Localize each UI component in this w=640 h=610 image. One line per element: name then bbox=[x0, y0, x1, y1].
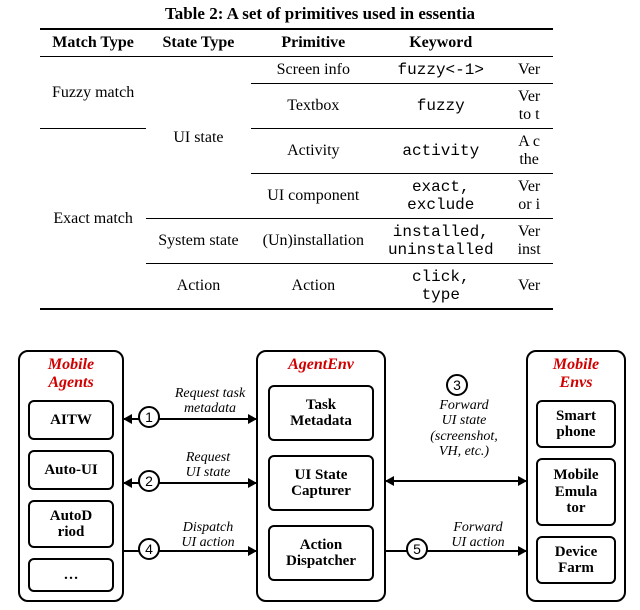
cell-kw: click,type bbox=[376, 264, 506, 310]
cell-desc: Ver bbox=[506, 264, 553, 310]
arrow-3 bbox=[386, 480, 526, 482]
env-emulator: MobileEmulator bbox=[536, 458, 616, 526]
task-metadata: TaskMetadata bbox=[268, 385, 374, 441]
cell-mt-fuzzy: Fuzzy match bbox=[40, 57, 146, 129]
cell-mt-exact: Exact match bbox=[40, 129, 146, 310]
cell-kw: fuzzy bbox=[376, 84, 506, 129]
agentenv-title: AgentEnv bbox=[258, 352, 384, 374]
cell-st-sys: System state bbox=[146, 219, 250, 264]
label-5: ForwardUI action bbox=[438, 520, 518, 551]
label-2: RequestUI state bbox=[168, 450, 248, 481]
th-match-type: Match Type bbox=[40, 29, 146, 57]
th-keyword: Keyword bbox=[376, 29, 506, 57]
action-dispatcher: ActionDispatcher bbox=[268, 525, 374, 581]
cell-prim: UI component bbox=[251, 174, 376, 219]
agent-aitw: AITW bbox=[28, 400, 114, 440]
cell-kw: fuzzy<-1> bbox=[376, 57, 506, 84]
circle-2: 2 bbox=[138, 470, 160, 492]
label-3: ForwardUI state(screenshot,VH, etc.) bbox=[414, 398, 514, 460]
cell-st-action: Action bbox=[146, 264, 250, 310]
env-smartphone: Smartphone bbox=[536, 400, 616, 448]
agent-auto-ui: Auto-UI bbox=[28, 450, 114, 490]
cell-st-ui: UI state bbox=[146, 57, 250, 219]
th-state-type: State Type bbox=[146, 29, 250, 57]
label-1: Request taskmetadata bbox=[162, 386, 258, 417]
architecture-figure: MobileAgents AITW Auto-UI AutoDriod … Ag… bbox=[18, 350, 638, 610]
mobile-agents-title: MobileAgents bbox=[20, 352, 122, 391]
th-primitive: Primitive bbox=[251, 29, 376, 57]
cell-desc: Verto t bbox=[506, 84, 553, 129]
primitives-table: Match Type State Type Primitive Keyword … bbox=[40, 28, 553, 310]
circle-5: 5 bbox=[406, 538, 428, 560]
cell-desc: A cthe bbox=[506, 129, 553, 174]
cell-desc: Ver bbox=[506, 57, 553, 84]
circle-1: 1 bbox=[138, 406, 160, 428]
cell-prim: Action bbox=[251, 264, 376, 310]
ui-state-capturer: UI StateCapturer bbox=[268, 455, 374, 511]
table-caption: Table 2: A set of primitives used in ess… bbox=[0, 4, 640, 24]
cell-prim: Textbox bbox=[251, 84, 376, 129]
cell-prim: (Un)installation bbox=[251, 219, 376, 264]
cell-prim: Activity bbox=[251, 129, 376, 174]
cell-desc: Veror i bbox=[506, 174, 553, 219]
th-desc bbox=[506, 29, 553, 57]
circle-4: 4 bbox=[138, 538, 160, 560]
env-device-farm: DeviceFarm bbox=[536, 536, 616, 584]
cell-desc: Verinst bbox=[506, 219, 553, 264]
mobile-envs-title: MobileEnvs bbox=[528, 352, 624, 391]
cell-kw: installed,uninstalled bbox=[376, 219, 506, 264]
agent-more: … bbox=[28, 558, 114, 592]
agent-autodroid: AutoDriod bbox=[28, 500, 114, 548]
cell-kw: activity bbox=[376, 129, 506, 174]
circle-3: 3 bbox=[446, 374, 468, 396]
cell-prim: Screen info bbox=[251, 57, 376, 84]
label-4: DispatchUI action bbox=[168, 520, 248, 551]
cell-kw: exact,exclude bbox=[376, 174, 506, 219]
